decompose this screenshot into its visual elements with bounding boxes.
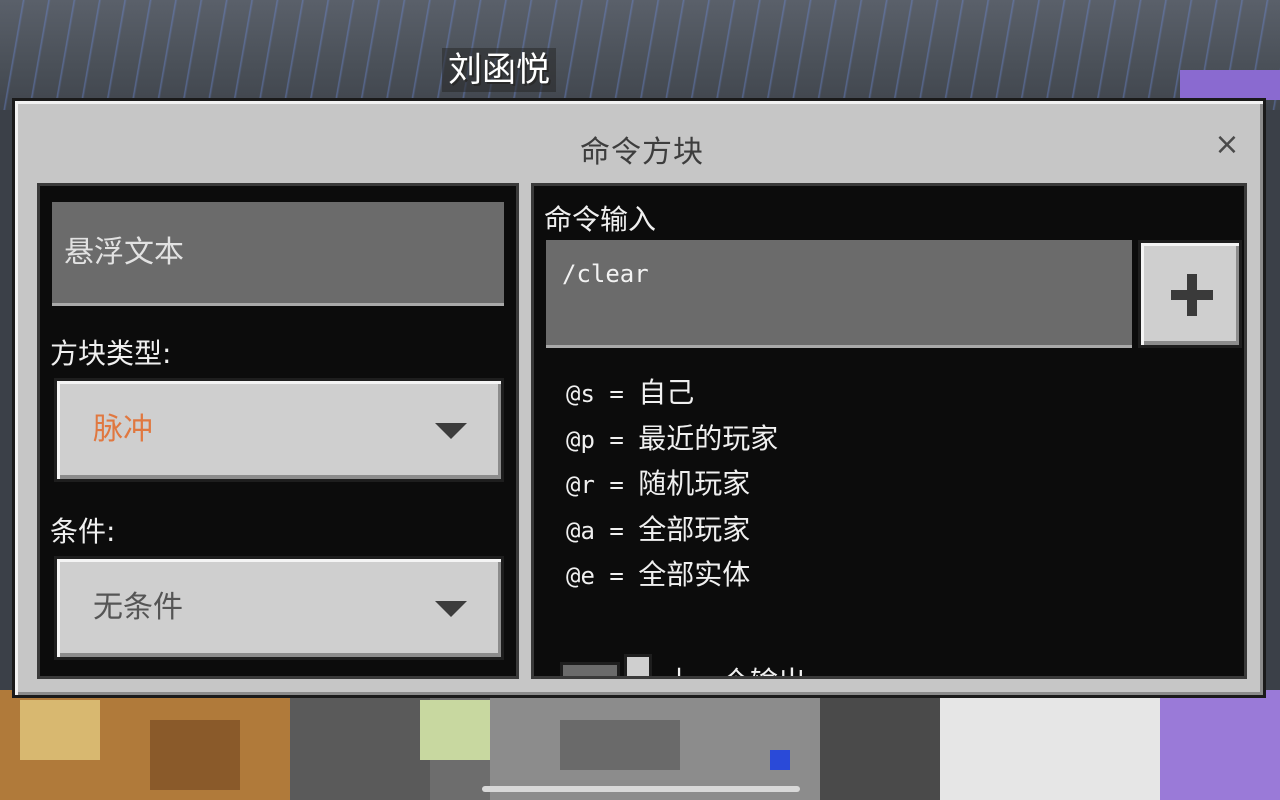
selector-code: @s	[566, 380, 595, 408]
command-input-label: 命令输入	[544, 203, 657, 236]
dialog-title: 命令方块	[580, 135, 704, 170]
selector-code: @e	[566, 562, 595, 590]
ground-block	[20, 700, 100, 760]
previous-output-label: 上一个输出	[666, 660, 806, 676]
player-nametag: 刘函悦	[442, 48, 556, 92]
add-command-button[interactable]	[1138, 240, 1242, 348]
block-type-label: 方块类型:	[50, 337, 172, 370]
condition-value: 无条件	[93, 590, 183, 625]
ground-block	[150, 720, 240, 790]
command-block-dialog: 命令方块 × 悬浮文本 方块类型: 脉冲 条件: 无条件 命令输入 /clear…	[12, 98, 1266, 698]
selector-code: @r	[566, 471, 595, 499]
ground-blocks	[0, 690, 1280, 800]
selector-code: @p	[566, 425, 595, 454]
chevron-down-icon	[435, 423, 467, 439]
ground-block	[940, 690, 1160, 800]
selector-desc: 全部实体	[638, 558, 751, 591]
condition-dropdown[interactable]: 无条件	[54, 556, 504, 660]
ground-block	[820, 690, 940, 800]
block-type-value: 脉冲	[93, 412, 153, 447]
command-panel: 命令输入 /clear @s = 自己 @p = 最近的玩家 @r = 随机玩家…	[531, 183, 1247, 679]
selector-desc: 随机玩家	[638, 467, 751, 500]
list-item: @s = 自己	[566, 376, 695, 409]
list-item: @a = 全部玩家	[566, 512, 751, 546]
toggle-knob[interactable]	[624, 654, 652, 676]
list-item: @e = 全部实体	[566, 558, 751, 591]
ground-block	[420, 700, 490, 760]
condition-label: 条件:	[50, 515, 116, 548]
rain-overlay	[0, 0, 1280, 110]
block-type-dropdown[interactable]: 脉冲	[54, 378, 504, 482]
hover-text-input[interactable]: 悬浮文本	[52, 202, 504, 306]
close-icon: ×	[1214, 127, 1240, 162]
settings-panel: 悬浮文本 方块类型: 脉冲 条件: 无条件	[37, 183, 519, 679]
previous-output-toggle[interactable]	[560, 662, 620, 676]
close-button[interactable]: ×	[1211, 129, 1243, 161]
home-indicator	[482, 786, 800, 792]
ground-block	[770, 750, 790, 770]
ground-block	[1160, 690, 1280, 800]
selector-code: @a	[566, 516, 595, 545]
selector-desc: 自己	[638, 376, 695, 409]
selector-help-list: @s = 自己 @p = 最近的玩家 @r = 随机玩家 @a = 全部玩家 @…	[566, 370, 778, 598]
selector-desc: 最近的玩家	[638, 421, 779, 455]
ground-block	[1180, 70, 1280, 100]
list-item: @p = 最近的玩家	[566, 421, 779, 455]
command-input[interactable]: /clear	[546, 240, 1132, 348]
chevron-down-icon	[435, 601, 467, 617]
ground-block	[290, 690, 430, 800]
ground-block	[560, 720, 680, 770]
list-item: @r = 随机玩家	[566, 467, 751, 500]
selector-desc: 全部玩家	[638, 512, 751, 546]
